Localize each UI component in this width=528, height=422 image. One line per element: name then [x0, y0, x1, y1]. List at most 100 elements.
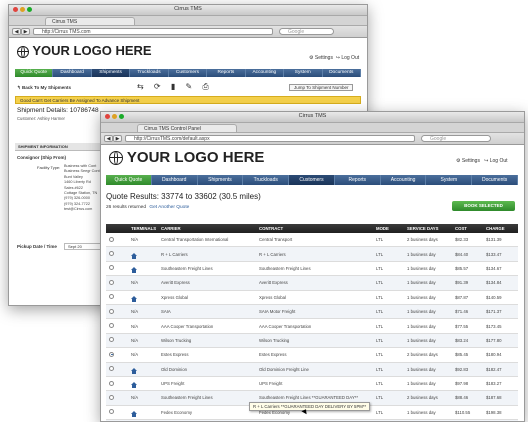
terminal-house-icon[interactable] — [131, 252, 137, 259]
contract-cell: Averitt Express — [256, 275, 373, 291]
table-row[interactable]: Old Dominion Old Dominion Freight Line LTL… — [106, 362, 518, 377]
table-row[interactable]: N/A Wilson Trucking Wilson Trucking LTL 1 bu… — [106, 333, 518, 349]
nav-shipments[interactable]: Shipments — [198, 175, 244, 185]
select-radio[interactable] — [109, 380, 114, 386]
terminal-house-icon[interactable] — [131, 295, 137, 302]
logout-link[interactable]: Log Out — [341, 55, 359, 61]
column-header-mode[interactable]: MODE — [373, 224, 404, 233]
row-select-cell[interactable] — [106, 405, 128, 421]
forward-arrow-icon[interactable]: ▶ — [113, 135, 122, 142]
nav-reports[interactable]: Reports — [207, 69, 246, 77]
terminal-house-icon[interactable] — [131, 382, 137, 389]
table-row[interactable]: N/A Central Transportation International C… — [106, 233, 518, 248]
column-header-charge[interactable]: CHARGE — [483, 224, 518, 233]
address-bar[interactable]: http://Cirrus TMS.com — [33, 28, 273, 35]
nav-accounting[interactable]: Accounting — [246, 69, 285, 77]
pickup-date-label: Pickup Date / Time — [17, 244, 57, 249]
pickup-date-input[interactable]: Sept 20 — [64, 243, 102, 250]
nav-reports[interactable]: Reports — [335, 175, 381, 185]
table-row[interactable]: Xpress Global Xpress Global LTL 1 business … — [106, 290, 518, 305]
row-select-cell[interactable] — [106, 233, 128, 248]
logout-link[interactable]: Log Out — [490, 158, 508, 164]
carrier-cell: Southeastern Freight Lines — [158, 390, 256, 406]
nav-system[interactable]: System — [426, 175, 473, 185]
nav-shipments[interactable]: Shipments — [91, 69, 131, 77]
select-radio[interactable] — [109, 351, 114, 357]
table-row[interactable]: R + L Carriers R + L Carriers LTL 1 busines… — [106, 246, 518, 262]
nav-quick-quote[interactable]: Quick Quote — [15, 69, 54, 77]
row-select-cell[interactable] — [106, 246, 128, 262]
select-radio[interactable] — [109, 366, 114, 372]
logout-icon: ↪ — [335, 55, 340, 61]
search-field[interactable]: Google — [421, 135, 491, 142]
select-radio[interactable] — [109, 308, 114, 314]
select-radio[interactable] — [109, 337, 114, 343]
carrier-cell: Old Dominion — [158, 362, 256, 377]
table-row[interactable]: Southeastern Freight Lines Southeastern F… — [106, 261, 518, 277]
get-another-quote-link[interactable]: Get Another Quote — [149, 205, 189, 210]
row-select-cell[interactable] — [106, 376, 128, 392]
window-title: Cirrus TMS — [174, 6, 202, 12]
nav-truckloads[interactable]: Truckloads — [130, 69, 169, 77]
table-row[interactable]: N/A SAIA SAIA Motor Freight LTL 1 business d… — [106, 304, 518, 320]
nav-quick-quote[interactable]: Quick Quote — [106, 175, 152, 185]
terminal-house-icon[interactable] — [131, 410, 137, 417]
nav-documents[interactable]: Documents — [472, 175, 519, 185]
nav-truckloads[interactable]: Truckloads — [243, 175, 290, 185]
select-radio[interactable] — [109, 394, 114, 400]
nav-dashboard[interactable]: Dashboard — [53, 69, 92, 77]
service-days-cell: 2 business days — [404, 347, 452, 363]
select-radio[interactable] — [109, 323, 114, 329]
terminal-house-icon[interactable] — [131, 367, 137, 374]
settings-link[interactable]: Settings — [462, 158, 480, 164]
service-days-cell: 1 business day — [404, 246, 452, 262]
row-select-cell[interactable] — [106, 261, 128, 277]
table-row[interactable]: N/A Averitt Express Averitt Express LTL 1 bu… — [106, 275, 518, 291]
nav-accounting[interactable]: Accounting — [381, 175, 427, 185]
select-radio[interactable] — [109, 409, 114, 415]
shipment-action-icons[interactable]: ⇆ ⟳ ▮ ✎ ⎙ — [137, 82, 213, 92]
select-radio[interactable] — [109, 294, 114, 300]
row-select-cell[interactable] — [106, 333, 128, 349]
browser-tab[interactable]: Cirrus TMS Control Panel — [137, 124, 237, 132]
table-row[interactable]: N/A AAA Cooper Transportation AAA Cooper T… — [106, 318, 518, 334]
back-arrow-icon[interactable]: ◀ — [104, 135, 113, 142]
forward-arrow-icon[interactable]: ▶ — [21, 28, 30, 35]
row-select-cell[interactable] — [106, 347, 128, 363]
browser-tab[interactable]: Cirrus TMS — [45, 17, 135, 25]
charge-cell: $187.68 — [483, 390, 518, 406]
back-to-shipments-link[interactable]: ↰ Back To My Shipments — [17, 85, 71, 91]
jump-to-shipment-input[interactable]: Jump To Shipment Number — [289, 84, 354, 91]
column-header-contract[interactable]: CONTRACT — [256, 224, 373, 233]
column-header-carrier[interactable]: CARRIER — [158, 224, 256, 233]
column-header-terminals[interactable]: TERMINALS — [128, 224, 158, 233]
column-header-service-days[interactable]: SERVICE DAYS — [404, 224, 452, 233]
table-row[interactable]: N/A Estes Express Estes Express LTL 2 busine… — [106, 347, 518, 363]
nav-dashboard[interactable]: Dashboard — [152, 175, 198, 185]
row-select-cell[interactable] — [106, 290, 128, 305]
select-radio[interactable] — [109, 279, 114, 285]
address-bar[interactable]: http://CirrusTMS.com/default.aspx — [125, 135, 415, 142]
column-header-cost[interactable]: COST — [452, 224, 483, 233]
nav-customers[interactable]: Customers — [289, 175, 335, 185]
settings-link[interactable]: Settings — [315, 55, 333, 61]
contract-cell: Wilson Trucking — [256, 333, 373, 349]
terminal-house-icon[interactable] — [131, 266, 137, 273]
mode-cell: LTL — [373, 290, 404, 305]
table-row[interactable]: UPS Freight UPS Freight LTL 1 business day $… — [106, 376, 518, 392]
select-radio[interactable] — [109, 265, 114, 271]
row-select-cell[interactable] — [106, 318, 128, 334]
nav-customers[interactable]: Customers — [169, 69, 208, 77]
row-select-cell[interactable] — [106, 275, 128, 291]
row-select-cell[interactable] — [106, 390, 128, 406]
book-selected-button[interactable]: BOOK SELECTED — [452, 201, 515, 211]
select-radio[interactable] — [109, 251, 114, 257]
nav-system[interactable]: System — [284, 69, 323, 77]
row-select-cell[interactable] — [106, 304, 128, 320]
row-select-cell[interactable] — [106, 362, 128, 377]
search-field[interactable]: Google — [279, 28, 334, 35]
mode-cell: LTL — [373, 304, 404, 320]
nav-documents[interactable]: Documents — [323, 69, 361, 77]
select-radio[interactable] — [109, 236, 114, 242]
back-arrow-icon[interactable]: ◀ — [12, 28, 21, 35]
